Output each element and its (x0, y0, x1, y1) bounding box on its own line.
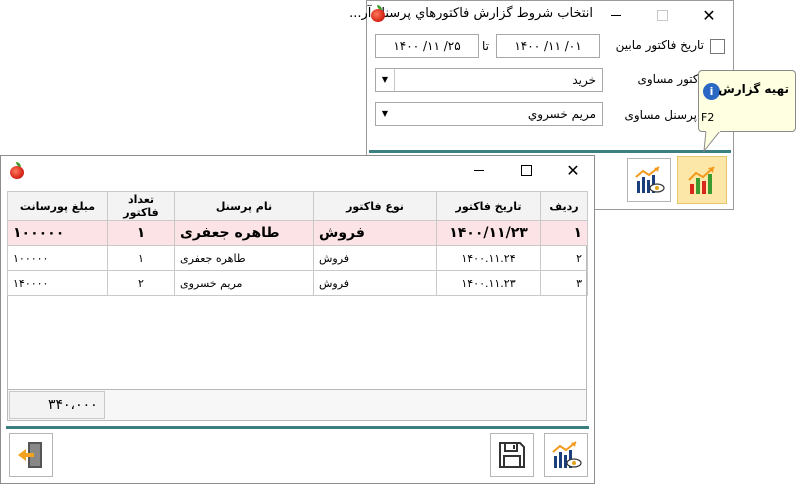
date-from-field[interactable]: ۱۴۰۰ /۱۱ /۰۱ (496, 34, 600, 58)
column-header[interactable]: نوع فاکتور (313, 191, 437, 221)
chevron-down-icon[interactable]: ▼ (376, 69, 395, 91)
minimize-button[interactable] (600, 1, 632, 29)
tooltip-title: تهیه گزارش (718, 82, 789, 96)
table-row[interactable]: ۳ ۱۴۰۰.۱۱.۲۳ فروش مریم خسروی ۲ ۱۴۰۰۰۰ (7, 270, 588, 296)
table-row[interactable]: ۱ ۱۴۰۰/۱۱/۲۳ فروش طاهره جعفری ۱ ۱۰۰۰۰۰ (7, 220, 588, 246)
preview-report-button[interactable] (627, 158, 671, 202)
date-to-field[interactable]: ۱۴۰۰ /۱۱ /۲۵ (375, 34, 479, 58)
tooltip-pointer (703, 131, 721, 153)
app-logo-icon (10, 162, 24, 179)
column-header[interactable]: تاریخ فاکتور (436, 191, 541, 221)
personnel-select[interactable]: ▼ مریم خسروي (375, 102, 603, 126)
table-header: ردیف تاریخ فاکتور نوع فاکتور نام پرسنل ت… (7, 191, 588, 221)
floppy-disk-icon (499, 442, 525, 468)
close-button[interactable]: ✕ (693, 1, 725, 29)
report-result-titlebar: ✕ (1, 156, 594, 184)
report-table: ردیف تاریخ فاکتور نوع فاکتور نام پرسنل ت… (7, 191, 588, 296)
invoice-type-select[interactable]: ▼ خرید (375, 68, 603, 92)
chart-eye-icon (635, 166, 665, 193)
exit-button[interactable] (9, 433, 53, 477)
tooltip: i تهیه گزارش F2 (698, 70, 796, 132)
report-result-window: ✕ ردیف تاریخ فاکتور نوع فاکتور نام پرسنل… (0, 155, 595, 484)
divider (6, 426, 589, 429)
window-title: انتخاب شروط گزارش فاکتورهاي پرسنل آر... (349, 6, 593, 21)
maximize-icon (656, 9, 668, 21)
report-conditions-titlebar: ✕ انتخاب شروط گزارش فاکتورهاي پرسنل آر..… (349, 1, 733, 29)
table-row[interactable]: ۲ ۱۴۰۰.۱۱.۲۴ فروش طاهره جعفری ۱ ۱۰۰۰۰۰ (7, 245, 588, 271)
chevron-down-icon[interactable]: ▼ (376, 103, 394, 125)
maximize-icon (520, 164, 532, 176)
divider (369, 150, 731, 153)
chart-eye-icon (552, 441, 582, 468)
personnel-label: پرسنل مساوی (624, 108, 697, 122)
date-range-separator: تا (482, 39, 489, 53)
column-header[interactable]: نام پرسنل (174, 191, 314, 221)
minimize-icon (611, 14, 621, 16)
generate-report-button[interactable] (677, 156, 727, 204)
close-button[interactable]: ✕ (557, 156, 589, 184)
exit-door-icon (18, 442, 42, 468)
column-header[interactable]: تعداد فاکتور (107, 191, 175, 221)
tooltip-shortcut: F2 (701, 111, 715, 124)
save-button[interactable] (490, 433, 534, 477)
column-header[interactable]: مبلغ پورسانت (7, 191, 108, 221)
bar-chart-icon (688, 166, 715, 194)
minimize-icon (474, 169, 484, 171)
minimize-button[interactable] (463, 156, 495, 184)
total-amount: ۳۴۰،۰۰۰ (9, 391, 105, 419)
maximize-button[interactable] (646, 1, 678, 29)
date-filter-checkbox[interactable] (710, 39, 725, 54)
column-header[interactable]: ردیف (540, 191, 588, 221)
maximize-button[interactable] (510, 156, 542, 184)
app-logo-icon (371, 5, 385, 22)
date-filter-label: تاريخ فاکتور مابين (615, 38, 704, 52)
preview-report-button[interactable] (544, 433, 588, 477)
